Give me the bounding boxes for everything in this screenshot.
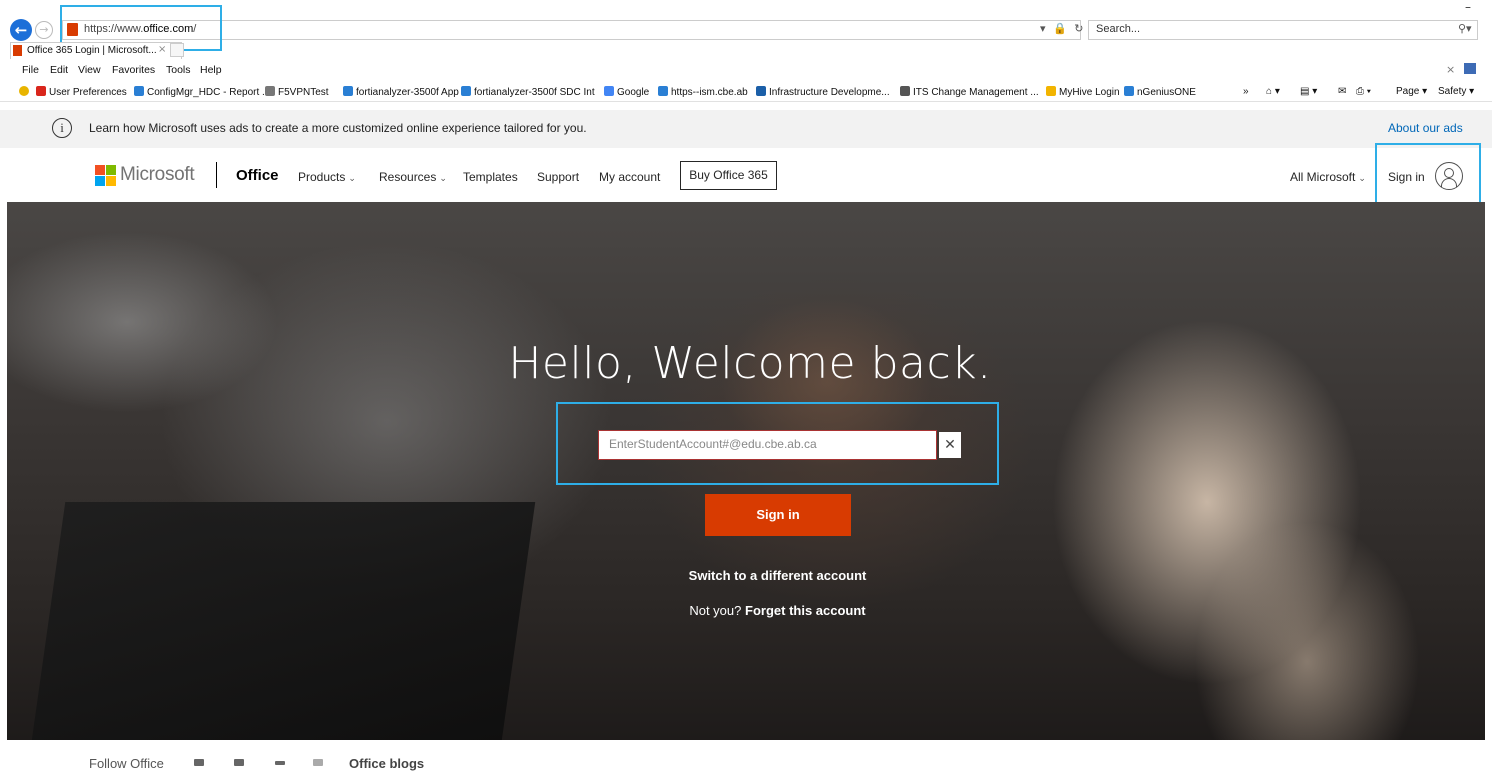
office-blogs-link[interactable]: Office blogs bbox=[349, 756, 424, 771]
hero-title: Hello, Welcome back. bbox=[508, 338, 992, 389]
switch-account-link[interactable]: Switch to a different account bbox=[600, 568, 955, 583]
menu-file[interactable]: File bbox=[22, 64, 39, 76]
office-brand[interactable]: Office bbox=[236, 167, 279, 184]
address-bar[interactable] bbox=[62, 20, 1081, 40]
search-box[interactable] bbox=[1088, 20, 1478, 40]
favorite-icon bbox=[900, 86, 910, 96]
header-divider bbox=[216, 162, 217, 188]
menu-view[interactable]: View bbox=[78, 64, 101, 76]
favorite-ism[interactable]: https--ism.cbe.ab bbox=[658, 86, 748, 98]
menu-edit[interactable]: Edit bbox=[50, 64, 68, 76]
forward-button[interactable]: → bbox=[35, 21, 53, 39]
close-tab-icon[interactable]: × bbox=[158, 44, 166, 55]
more-favorites-icon[interactable]: » bbox=[1243, 86, 1249, 97]
all-microsoft-menu[interactable]: All Microsoft ⌄ bbox=[1290, 170, 1366, 184]
safety-menu[interactable]: Safety ▾ bbox=[1438, 86, 1474, 97]
not-you-label: Not you? bbox=[689, 603, 742, 618]
footer bbox=[0, 740, 1492, 779]
back-button[interactable]: ← bbox=[10, 19, 32, 41]
avatar-icon[interactable] bbox=[1435, 162, 1463, 190]
laptop-shape bbox=[28, 502, 536, 740]
page-menu[interactable]: Page ▾ bbox=[1396, 86, 1427, 97]
tab-title[interactable]: Office 365 Login | Microsoft... bbox=[27, 45, 157, 56]
home-icon[interactable]: ⌂ ▾ bbox=[1266, 86, 1280, 97]
mail-icon[interactable]: ✉ bbox=[1338, 86, 1346, 97]
favorite-icon bbox=[1046, 86, 1056, 96]
favorites-star-icon[interactable] bbox=[19, 86, 32, 98]
favorite-icon bbox=[134, 86, 144, 96]
favorite-icon bbox=[36, 86, 46, 96]
forget-account-link[interactable]: Forget this account bbox=[745, 603, 866, 618]
forget-account-row: Not you? Forget this account bbox=[600, 603, 955, 618]
print-icon[interactable]: ⎙ ▾ bbox=[1356, 86, 1371, 97]
favorite-icon bbox=[461, 86, 471, 96]
favorite-icon bbox=[658, 86, 668, 96]
chevron-down-icon: ⌄ bbox=[1358, 173, 1366, 183]
nav-resources[interactable]: Resources ⌄ bbox=[379, 170, 447, 184]
favorite-icon bbox=[756, 86, 766, 96]
facebook-icon[interactable] bbox=[234, 759, 244, 766]
about-our-ads-link[interactable]: About our ads bbox=[1388, 121, 1463, 135]
info-icon: i bbox=[52, 118, 72, 138]
favorite-fortianalyzer-sdc[interactable]: fortianalyzer-3500f SDC Int bbox=[461, 86, 595, 98]
nav-templates[interactable]: Templates bbox=[463, 170, 518, 184]
microsoft-brand[interactable]: Microsoft bbox=[120, 164, 195, 186]
favorite-user-preferences[interactable]: User Preferences bbox=[36, 86, 127, 98]
search-input[interactable]: Search... bbox=[1096, 23, 1140, 35]
toolbar-app-icon[interactable] bbox=[1464, 63, 1476, 74]
search-icon[interactable]: ⚲▾ bbox=[1458, 22, 1472, 35]
favorite-google[interactable]: Google bbox=[604, 86, 649, 98]
menu-help[interactable]: Help bbox=[200, 64, 222, 76]
menu-favorites[interactable]: Favorites bbox=[112, 64, 155, 76]
favorite-configmgr[interactable]: ConfigMgr_HDC - Report ... bbox=[134, 86, 270, 98]
chevron-down-icon: ⌄ bbox=[439, 173, 447, 183]
office-favicon-icon bbox=[67, 23, 78, 36]
nav-products[interactable]: Products ⌄ bbox=[298, 170, 356, 184]
menu-tools[interactable]: Tools bbox=[166, 64, 191, 76]
address-tools[interactable]: ▾ 🔒 ↻ bbox=[1040, 22, 1085, 35]
favorite-ngeniusone[interactable]: nGeniusONE bbox=[1124, 86, 1196, 98]
buy-office-button[interactable]: Buy Office 365 bbox=[680, 161, 777, 190]
new-tab-button[interactable] bbox=[170, 43, 184, 57]
rss-icon[interactable] bbox=[313, 759, 323, 766]
nav-support[interactable]: Support bbox=[537, 170, 579, 184]
twitter-icon[interactable] bbox=[275, 761, 285, 765]
minimize-button[interactable]: – bbox=[1465, 0, 1471, 14]
favorite-icon bbox=[604, 86, 614, 96]
sign-in-button[interactable]: Sign in bbox=[705, 494, 851, 536]
ads-banner-text: Learn how Microsoft uses ads to create a… bbox=[89, 121, 587, 135]
favorite-its-change[interactable]: ITS Change Management ... bbox=[900, 86, 1039, 98]
favorite-fortianalyzer-app[interactable]: fortianalyzer-3500f App bbox=[343, 86, 459, 98]
favorite-icon bbox=[265, 86, 275, 96]
hero-image bbox=[7, 202, 1485, 740]
feeds-icon[interactable]: ▤ ▾ bbox=[1300, 86, 1317, 97]
header-sign-in-link[interactable]: Sign in bbox=[1388, 170, 1425, 184]
address-url[interactable]: https://www.office.com/ bbox=[84, 23, 196, 35]
clear-input-icon[interactable]: ✕ bbox=[939, 432, 961, 458]
microsoft-logo-icon[interactable] bbox=[95, 165, 116, 186]
chevron-down-icon: ⌄ bbox=[348, 173, 356, 183]
favorite-icon bbox=[343, 86, 353, 96]
menu-bar bbox=[0, 62, 1492, 78]
office-tab-icon bbox=[13, 45, 22, 56]
close-menu-icon[interactable]: × bbox=[1446, 63, 1455, 76]
favorite-infrastructure[interactable]: Infrastructure Developme... bbox=[756, 86, 890, 98]
email-input[interactable]: EnterStudentAccount#@edu.cbe.ab.ca bbox=[598, 430, 937, 460]
favorite-icon bbox=[1124, 86, 1134, 96]
favorite-myhive[interactable]: MyHive Login bbox=[1046, 86, 1120, 98]
nav-my-account[interactable]: My account bbox=[599, 170, 660, 184]
follow-office-label: Follow Office bbox=[89, 756, 164, 771]
linkedin-icon[interactable] bbox=[194, 759, 204, 766]
favorite-f5vpntest[interactable]: F5VPNTest bbox=[265, 86, 329, 98]
